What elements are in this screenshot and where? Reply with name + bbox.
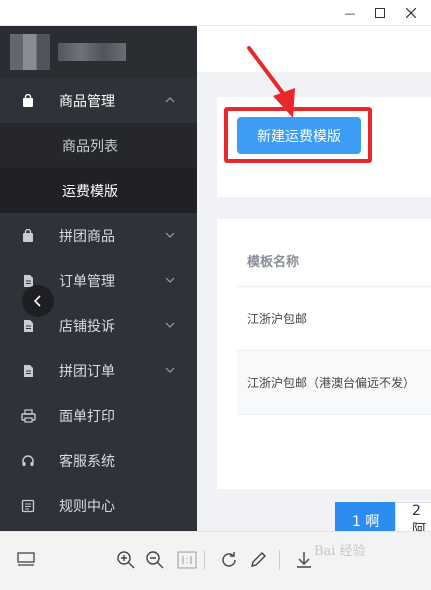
- document-icon: [20, 363, 36, 379]
- brand-logo-area: [0, 26, 197, 78]
- sidebar-item-group-products[interactable]: 拼团商品: [0, 213, 197, 258]
- chevron-down-icon: [165, 232, 175, 238]
- sidebar-item-label: 订单管理: [59, 273, 115, 290]
- printer-icon: [20, 408, 36, 424]
- actual-size-icon: [177, 551, 197, 569]
- pencil-icon: [251, 552, 266, 567]
- headset-icon: [20, 453, 36, 469]
- bag-icon: [20, 93, 36, 109]
- annotation-arrow-icon: [247, 46, 295, 118]
- sidebar-subitem-shipping-template[interactable]: 运费模版: [0, 168, 197, 213]
- layout-toggle-button[interactable]: [14, 548, 38, 572]
- table-header: 模板名称: [237, 235, 431, 287]
- sidebar-item-label: 拼团订单: [59, 363, 115, 380]
- pager-label: 1 啊: [352, 513, 380, 530]
- zoom-out-button[interactable]: [143, 548, 167, 572]
- chevron-left-icon: [33, 295, 41, 307]
- chevron-down-icon: [165, 322, 175, 328]
- table-row[interactable]: 江浙沪包邮（港澳台偏远不发）: [237, 351, 431, 415]
- sidebar-item-label: 客服系统: [59, 453, 115, 470]
- rotate-button[interactable]: [217, 548, 241, 572]
- viewer-toolbar: [0, 531, 431, 590]
- close-button[interactable]: [394, 0, 428, 26]
- sidebar-item-label: 拼团商品: [59, 228, 115, 245]
- sidebar-item-label: 面单打印: [59, 408, 115, 425]
- bag-icon: [20, 228, 36, 244]
- close-icon: [406, 8, 416, 18]
- watermark: Bai 经验: [314, 544, 366, 559]
- main-content: 新建运费模版 模板名称 江浙沪包邮 江浙沪包邮（港澳台偏远不发） 1 啊 2 阿: [197, 26, 431, 539]
- download-icon: [297, 552, 311, 568]
- list-icon: [20, 498, 36, 514]
- sidebar-item-label: 店铺投诉: [59, 318, 115, 335]
- template-table-card: 模板名称 江浙沪包邮 江浙沪包邮（港澳台偏远不发）: [217, 219, 431, 489]
- sidebar-item-label: 规则中心: [59, 498, 115, 515]
- edit-button[interactable]: [246, 548, 270, 572]
- brand-name-blurred: [58, 43, 126, 61]
- template-name-cell: 江浙沪包邮（港澳台偏远不发）: [247, 376, 416, 390]
- template-name-cell: 江浙沪包邮: [247, 312, 308, 326]
- maximize-button[interactable]: [363, 0, 397, 26]
- collapse-sidebar-button[interactable]: [22, 285, 54, 317]
- sidebar: 商品管理 商品列表 运费模版 拼团商品 订单管理 店铺投诉 拼团订单 面单打印 …: [0, 26, 197, 531]
- table-row[interactable]: 江浙沪包邮: [237, 287, 431, 351]
- sidebar-item-rules-center[interactable]: 规则中心: [0, 483, 197, 528]
- chevron-down-icon: [165, 367, 175, 373]
- document-icon: [20, 318, 36, 334]
- sidebar-item-group-orders[interactable]: 拼团订单: [0, 348, 197, 393]
- sidebar-item-label: 商品管理: [59, 93, 115, 110]
- layout-icon: [17, 552, 35, 566]
- sidebar-subitem-product-list[interactable]: 商品列表: [0, 123, 197, 168]
- zoom-in-icon: [117, 551, 135, 569]
- title-bar: —: [0, 0, 431, 26]
- chevron-down-icon: [165, 277, 175, 283]
- column-header-template-name: 模板名称: [247, 255, 300, 270]
- toolbar-divider: [279, 550, 280, 570]
- download-button[interactable]: [292, 548, 316, 572]
- app-window: — 商品管理 商品列表 运费模版 拼团商品 订单管理 店铺投诉 拼团订单 面单打…: [0, 0, 431, 590]
- rotate-icon: [222, 552, 236, 567]
- sidebar-subitem-label: 商品列表: [62, 139, 118, 155]
- sidebar-item-product-management[interactable]: 商品管理: [0, 78, 197, 123]
- actual-size-button[interactable]: [175, 548, 199, 572]
- toolbar-divider: [204, 550, 205, 570]
- sidebar-item-waybill-printing[interactable]: 面单打印: [0, 393, 197, 438]
- zoom-in-button[interactable]: [114, 548, 138, 572]
- top-header: [197, 26, 431, 72]
- sidebar-subitem-label: 运费模版: [62, 184, 118, 200]
- chevron-up-icon: [165, 97, 175, 103]
- zoom-out-icon: [146, 551, 164, 569]
- logo: [10, 34, 50, 70]
- minimize-button[interactable]: —: [333, 0, 367, 26]
- maximize-icon: [375, 8, 385, 18]
- sidebar-item-customer-service[interactable]: 客服系统: [0, 438, 197, 483]
